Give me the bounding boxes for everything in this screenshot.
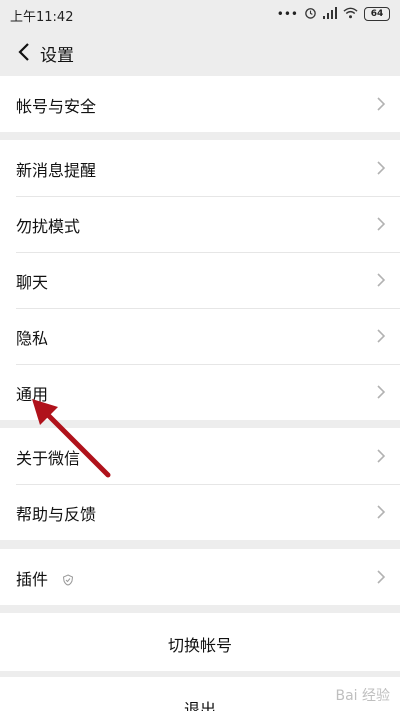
logout-label: 退出 [183, 700, 216, 711]
back-arrow-icon[interactable] [14, 40, 36, 64]
status-bar: 上午11:42 ••• 64 [0, 0, 400, 28]
row-label: 隐私 [16, 329, 49, 348]
page-title: 设置 [40, 46, 74, 66]
section-settings: 新消息提醒 勿扰模式 聊天 隐私 通用 [0, 140, 400, 420]
plugin-shield-icon [62, 571, 74, 586]
status-time: 上午11:42 [10, 10, 74, 25]
switch-account-label: 切换帐号 [167, 636, 232, 655]
notification-dots: ••• [276, 7, 298, 21]
chevron-right-icon [376, 384, 386, 400]
row-label: 聊天 [16, 273, 49, 292]
alarm-icon [304, 6, 317, 22]
section-account: 帐号与安全 [0, 76, 400, 132]
row-label: 通用 [16, 385, 49, 404]
chevron-right-icon [376, 569, 386, 585]
row-do-not-disturb[interactable]: 勿扰模式 [0, 196, 400, 252]
row-label: 插件 [16, 570, 49, 589]
chevron-right-icon [376, 160, 386, 176]
nav-bar: 设置 [0, 28, 400, 76]
signal-icon [323, 6, 337, 22]
row-about-wechat[interactable]: 关于微信 [0, 428, 400, 484]
wifi-icon [343, 7, 358, 22]
chevron-right-icon [376, 272, 386, 288]
row-general[interactable]: 通用 [0, 364, 400, 420]
row-help-feedback[interactable]: 帮助与反馈 [0, 484, 400, 540]
chevron-right-icon [376, 504, 386, 520]
row-chat[interactable]: 聊天 [0, 252, 400, 308]
status-icons: ••• 64 [277, 6, 390, 22]
row-label: 勿扰模式 [16, 217, 81, 236]
section-about: 关于微信 帮助与反馈 [0, 428, 400, 540]
row-label: 新消息提醒 [16, 161, 97, 180]
row-label: 帮助与反馈 [16, 505, 97, 524]
chevron-right-icon [376, 328, 386, 344]
chevron-right-icon [376, 216, 386, 232]
section-switch-account: 切换帐号 [0, 613, 400, 671]
section-plugins: 插件 [0, 549, 400, 605]
row-label: 关于微信 [16, 449, 81, 468]
row-plugins[interactable]: 插件 [0, 549, 400, 605]
row-label: 帐号与安全 [16, 97, 97, 116]
row-account-security[interactable]: 帐号与安全 [0, 76, 400, 132]
switch-account-button[interactable]: 切换帐号 [0, 613, 400, 671]
watermark-logo: Bai 经验 [335, 688, 390, 704]
row-privacy[interactable]: 隐私 [0, 308, 400, 364]
row-notifications[interactable]: 新消息提醒 [0, 140, 400, 196]
chevron-right-icon [376, 448, 386, 464]
chevron-right-icon [376, 96, 386, 112]
battery-icon: 64 [364, 7, 390, 21]
